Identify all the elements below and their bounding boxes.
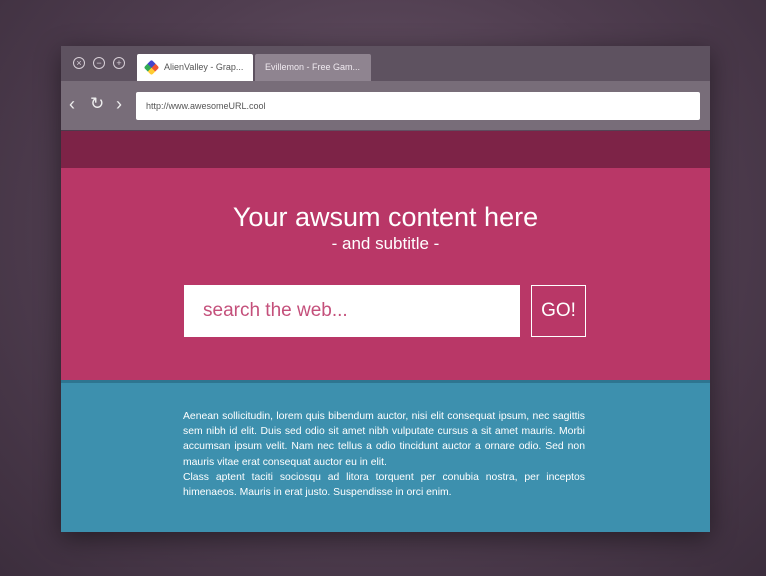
tab-label: Evillemon - Free Gam... (265, 62, 361, 72)
tab-alienvalley[interactable]: AlienValley - Grap... (137, 54, 253, 81)
favicon-icon (143, 59, 160, 76)
address-bar[interactable]: http://www.awesomeURL.cool (136, 92, 700, 120)
browser-window: × − + AlienValley - Grap... Evillemon - … (61, 46, 710, 532)
go-button[interactable]: GO! (531, 285, 586, 337)
maximize-icon[interactable]: + (113, 57, 125, 69)
tab-bar: × − + AlienValley - Grap... Evillemon - … (61, 46, 710, 81)
tab-label: AlienValley - Grap... (164, 62, 244, 72)
tab-evillemon[interactable]: Evillemon - Free Gam... (255, 54, 371, 81)
search-input[interactable]: search the web... (184, 285, 520, 337)
page-title: Your awsum content here (232, 202, 539, 232)
header-band (61, 131, 710, 168)
body-paragraph: Class aptent taciti sociosqu ad litora t… (183, 471, 585, 499)
close-icon[interactable]: × (73, 57, 85, 69)
body-paragraph: Aenean sollicitudin, lorem quis bibendum… (183, 411, 585, 468)
forward-icon[interactable]: › (116, 94, 122, 114)
reload-icon[interactable]: ↻ (90, 94, 104, 114)
toolbar: ‹ ↻ › http://www.awesomeURL.cool (61, 81, 710, 130)
back-icon[interactable]: ‹ (69, 94, 75, 114)
minimize-icon[interactable]: − (93, 57, 105, 69)
hero-section: Your awsum content here - and subtitle -… (61, 168, 710, 380)
content-section: Aenean sollicitudin, lorem quis bibendum… (61, 383, 710, 532)
page-subtitle: - and subtitle - (331, 234, 440, 253)
